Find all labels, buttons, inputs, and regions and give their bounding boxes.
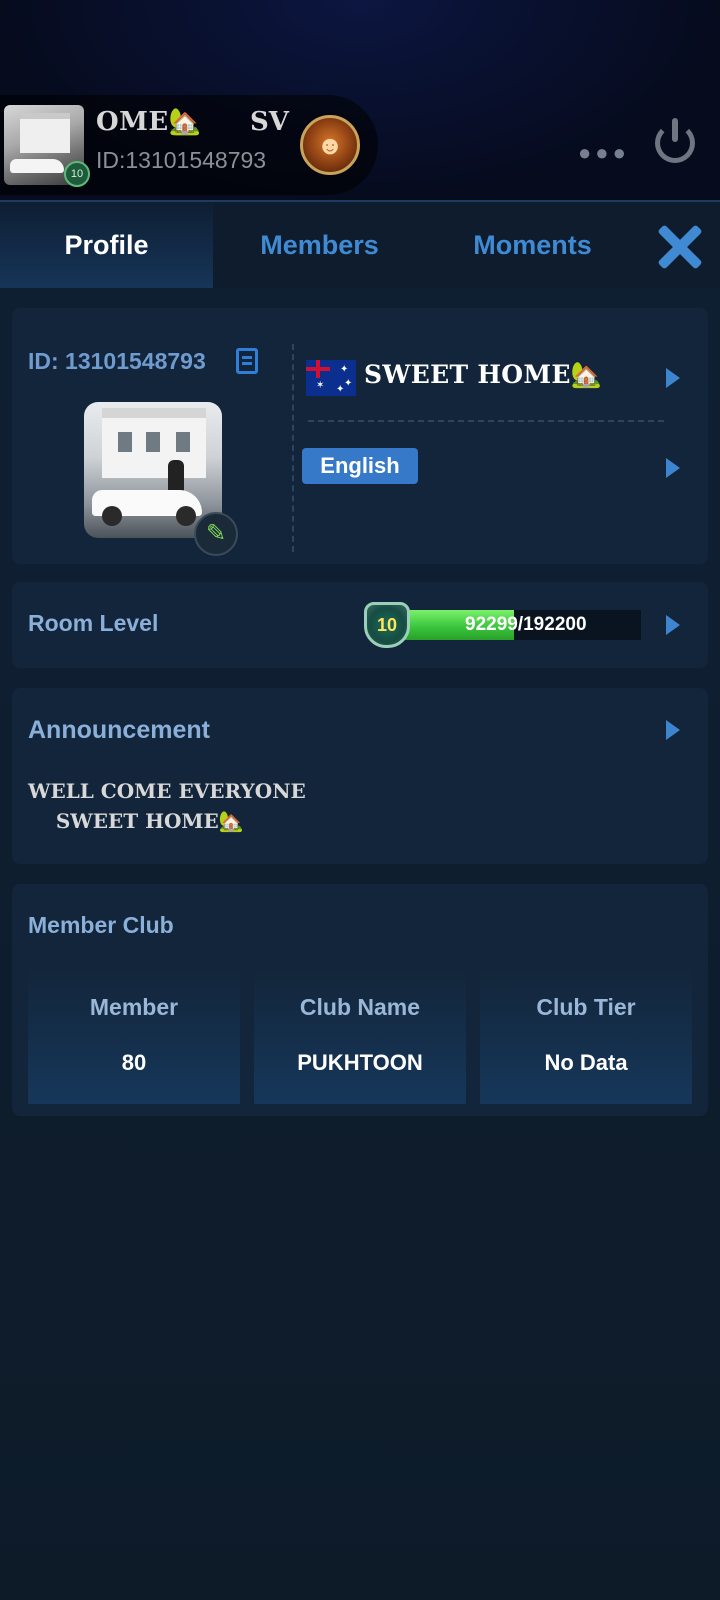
flag-star: ✦ xyxy=(340,364,349,375)
avatar-wheel xyxy=(102,506,122,526)
thumbnail-house xyxy=(20,113,70,153)
flag-star: ✦ xyxy=(336,384,345,395)
club-cell-label: Club Tier xyxy=(536,994,636,1020)
host-avatar-icon: ☻ xyxy=(316,130,344,160)
chevron-right-icon[interactable] xyxy=(666,458,680,478)
announcement-card[interactable]: Announcement WELL COME EVERYONE SWEET HO… xyxy=(12,688,708,864)
avatar-window xyxy=(118,432,132,452)
power-icon[interactable] xyxy=(655,118,695,163)
room-id-label: ID: 13101548793 xyxy=(28,348,206,374)
room-level-badge: 10 xyxy=(64,161,90,187)
announcement-label: Announcement xyxy=(28,716,210,744)
level-progress-bar: 92299/192200 xyxy=(397,610,641,640)
profile-card: ID: 13101548793 ✎ ✶ ✦ ✦ ✦ SWEET HOME🏡 En… xyxy=(12,308,708,564)
avatar-window xyxy=(146,432,160,452)
tab-members[interactable]: Members xyxy=(213,202,426,288)
member-club-label: Member Club xyxy=(28,912,174,938)
chevron-right-icon[interactable] xyxy=(666,720,680,740)
room-level-label: Room Level xyxy=(28,610,159,636)
edit-pencil-icon[interactable]: ✎ xyxy=(194,512,238,556)
tab-moments[interactable]: Moments xyxy=(426,202,639,288)
close-icon[interactable] xyxy=(655,222,705,272)
tab-profile[interactable]: Profile xyxy=(0,202,213,288)
club-cell-label: Member xyxy=(89,994,179,1020)
club-cell-value: PUKHTOON xyxy=(297,1050,423,1075)
level-shield-icon: 10 xyxy=(364,602,410,648)
club-cell-value: No Data xyxy=(544,1050,628,1075)
flag-star: ✦ xyxy=(344,378,353,389)
language-badge[interactable]: English xyxy=(302,448,418,484)
member-club-card: Member Club Member 80 Club Name PUKHTOON… xyxy=(12,884,708,1116)
host-avatar[interactable]: ☻ xyxy=(300,115,360,175)
club-cell-member: Member 80 xyxy=(28,968,240,1104)
room-profile-panel: Profile Members Moments ID: 13101548793 … xyxy=(0,200,720,1600)
room-title: SWEET HOME🏡 xyxy=(364,360,603,389)
room-id: ID:13101548793 xyxy=(96,147,267,173)
vertical-divider xyxy=(292,344,294,552)
room-name-part1: OME🏡 xyxy=(96,107,202,137)
horizontal-divider xyxy=(308,420,664,422)
copy-icon[interactable] xyxy=(236,348,258,374)
chevron-right-icon[interactable] xyxy=(666,615,680,635)
avatar-window xyxy=(176,432,190,452)
club-cell-club-name: Club Name PUKHTOON xyxy=(254,968,466,1104)
room-level-card[interactable]: Room Level 92299/192200 10 xyxy=(12,582,708,668)
club-cell-label: Club Name xyxy=(299,994,421,1020)
chevron-right-icon[interactable] xyxy=(666,368,680,388)
australia-flag-icon: ✶ ✦ ✦ ✦ xyxy=(306,360,356,396)
announcement-text: WELL COME EVERYONE SWEET HOME🏡 xyxy=(28,779,306,833)
level-progress-text: 92299/192200 xyxy=(465,614,587,635)
room-info-bar[interactable]: 10 OME🏡 SV ID:13101548793 ☻ xyxy=(0,95,378,195)
thumbnail-car xyxy=(10,159,64,173)
room-name-part2: SV xyxy=(250,107,289,137)
club-cell-club-tier: Club Tier No Data xyxy=(480,968,692,1104)
avatar-wheel xyxy=(176,506,196,526)
tab-bar: Profile Members Moments xyxy=(0,202,720,288)
club-cell-value: 80 xyxy=(121,1050,147,1075)
flag-star: ✶ xyxy=(316,380,325,391)
union-jack-canton xyxy=(306,360,330,378)
more-options-icon[interactable]: ●●● xyxy=(578,140,630,166)
